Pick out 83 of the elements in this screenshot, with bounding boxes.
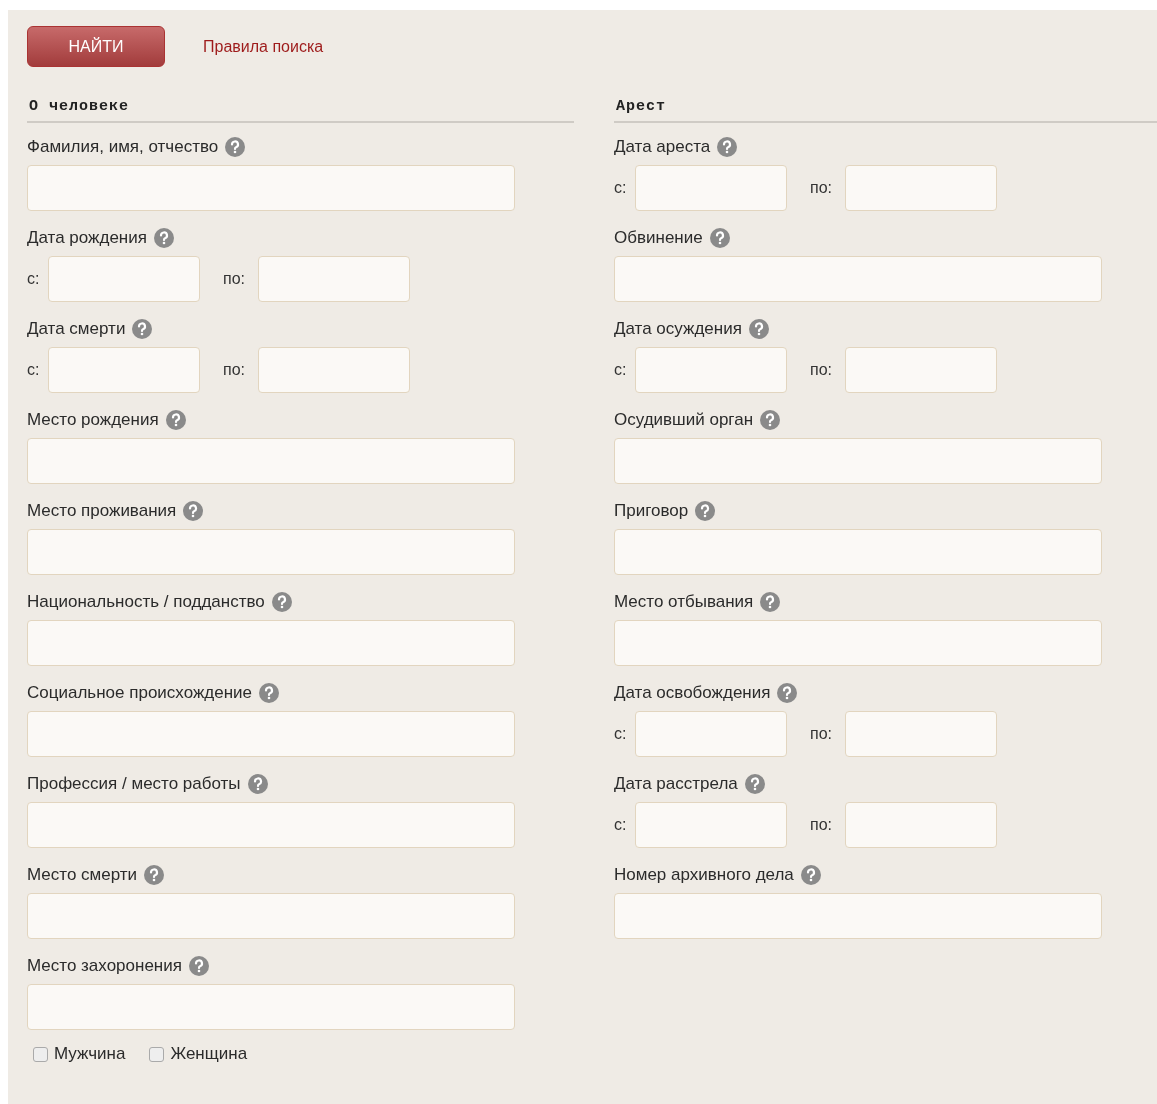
help-icon[interactable]	[748, 319, 769, 339]
to-date-field[interactable]	[845, 347, 997, 393]
search-rules-link[interactable]: Правила поиска	[203, 37, 324, 56]
field-label: Дата освобождения	[614, 683, 771, 703]
text-field[interactable]	[27, 893, 515, 939]
field-label: Место захоронения	[27, 956, 182, 976]
field-label: Фамилия, имя, отчество	[27, 137, 219, 157]
field-label: Социальное происхождение	[27, 683, 252, 703]
field-label: Номер архивного дела	[614, 865, 794, 885]
help-icon[interactable]	[132, 319, 153, 339]
from-label: с:	[614, 179, 628, 197]
to-date-field[interactable]	[258, 347, 410, 393]
to-label: по:	[809, 179, 833, 197]
field-label: Обвинение	[614, 228, 703, 248]
help-icon[interactable]	[188, 956, 209, 976]
text-field[interactable]	[27, 984, 515, 1030]
field-label: Место отбывания	[614, 592, 754, 612]
text-field[interactable]	[614, 529, 1102, 575]
text-field[interactable]	[614, 620, 1102, 666]
text-field[interactable]	[614, 893, 1102, 939]
text-field[interactable]	[27, 711, 515, 757]
text-field[interactable]	[614, 438, 1102, 484]
from-date-field[interactable]	[635, 347, 787, 393]
text-field[interactable]	[27, 802, 515, 848]
help-icon[interactable]	[760, 410, 781, 430]
from-date-field[interactable]	[48, 256, 200, 302]
help-icon[interactable]	[777, 683, 798, 703]
from-label: с:	[614, 816, 628, 834]
section-heading: Арест	[616, 98, 666, 115]
from-label: с:	[27, 361, 41, 379]
help-icon[interactable]	[225, 137, 246, 157]
help-icon[interactable]	[153, 228, 174, 248]
help-icon[interactable]	[271, 592, 292, 612]
field-label: Дата ареста	[614, 137, 711, 157]
field-label: Национальность / подданство	[27, 592, 265, 612]
to-date-field[interactable]	[845, 802, 997, 848]
from-label: с:	[27, 270, 41, 288]
section-heading: О человеке	[29, 98, 129, 115]
from-label: с:	[614, 725, 628, 743]
help-icon[interactable]	[144, 865, 165, 885]
help-icon[interactable]	[247, 774, 268, 794]
field-label: Место смерти	[27, 865, 138, 885]
to-date-field[interactable]	[845, 165, 997, 211]
field-label: Место рождения	[27, 410, 159, 430]
help-icon[interactable]	[165, 410, 186, 430]
field-label: Дата смерти	[27, 319, 126, 339]
to-date-field[interactable]	[258, 256, 410, 302]
help-icon[interactable]	[259, 683, 279, 703]
gender-option[interactable]: Мужчина	[33, 1044, 126, 1064]
checkbox[interactable]	[33, 1046, 48, 1062]
from-date-field[interactable]	[635, 802, 787, 848]
field-label: Приговор	[614, 501, 689, 521]
to-label: по:	[222, 270, 246, 288]
help-icon[interactable]	[760, 592, 781, 612]
to-date-field[interactable]	[845, 711, 997, 757]
from-label: с:	[614, 361, 628, 379]
to-label: по:	[809, 361, 833, 379]
gender-option[interactable]: Женщина	[149, 1044, 248, 1064]
from-date-field[interactable]	[635, 711, 787, 757]
text-field[interactable]	[27, 438, 515, 484]
help-icon[interactable]	[695, 501, 716, 521]
help-icon[interactable]	[744, 774, 765, 794]
to-label: по:	[809, 816, 833, 834]
from-date-field[interactable]	[635, 165, 787, 211]
help-icon[interactable]	[800, 865, 821, 885]
text-field[interactable]	[27, 529, 515, 575]
field-label: Дата рождения	[27, 228, 147, 248]
text-field[interactable]	[27, 620, 515, 666]
search-button[interactable]: НАЙТИ	[27, 26, 165, 67]
field-label: Дата расстрела	[614, 774, 738, 794]
field-label: Дата осуждения	[614, 319, 742, 339]
field-label: Место проживания	[27, 501, 177, 521]
help-icon[interactable]	[709, 228, 730, 248]
help-icon[interactable]	[183, 501, 204, 521]
field-label: Осудивший орган	[614, 410, 754, 430]
field-label: Профессия / место работы	[27, 774, 241, 794]
to-label: по:	[222, 361, 246, 379]
help-icon[interactable]	[717, 137, 738, 157]
to-label: по:	[809, 725, 833, 743]
from-date-field[interactable]	[48, 347, 200, 393]
text-field[interactable]	[614, 256, 1102, 302]
checkbox[interactable]	[149, 1046, 165, 1062]
text-field[interactable]	[27, 165, 515, 211]
